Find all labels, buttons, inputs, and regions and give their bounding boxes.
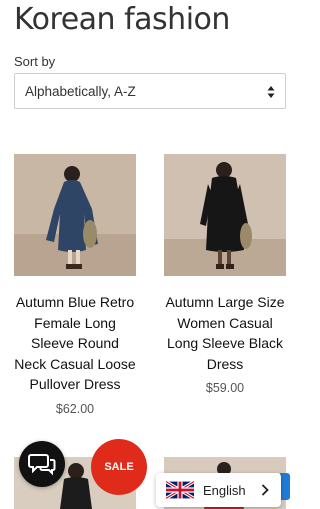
product-image-1[interactable]	[14, 154, 136, 276]
page-title: Korean fashion	[14, 2, 230, 37]
product-price-1: $62.00	[55, 401, 95, 416]
product-price-2: $59.00	[205, 381, 245, 395]
chat-bubbles-icon	[28, 454, 56, 476]
product-image-2[interactable]	[164, 154, 286, 276]
sort-label: Sort by	[14, 54, 56, 69]
uk-flag-icon	[166, 481, 194, 499]
product-card-1[interactable]: Autumn Blue Retro Female Long Sleeve Rou…	[14, 154, 136, 416]
side-tab[interactable]	[280, 473, 290, 500]
language-switcher[interactable]: English	[156, 473, 281, 507]
sort-select[interactable]: Alphabetically, A-Z	[14, 73, 286, 109]
chat-button[interactable]	[19, 441, 65, 487]
chevron-right-icon	[261, 484, 269, 496]
sort-arrows-icon	[267, 86, 275, 98]
sale-badge[interactable]: SALE	[91, 439, 147, 495]
product-card-2[interactable]: Autumn Large Size Women Casual Long Slee…	[164, 154, 286, 395]
product-title-2[interactable]: Autumn Large Size Women Casual Long Slee…	[164, 292, 286, 374]
product-title-1[interactable]: Autumn Blue Retro Female Long Sleeve Rou…	[14, 292, 136, 395]
language-label: English	[203, 482, 246, 498]
sort-selected-value: Alphabetically, A-Z	[25, 83, 136, 99]
